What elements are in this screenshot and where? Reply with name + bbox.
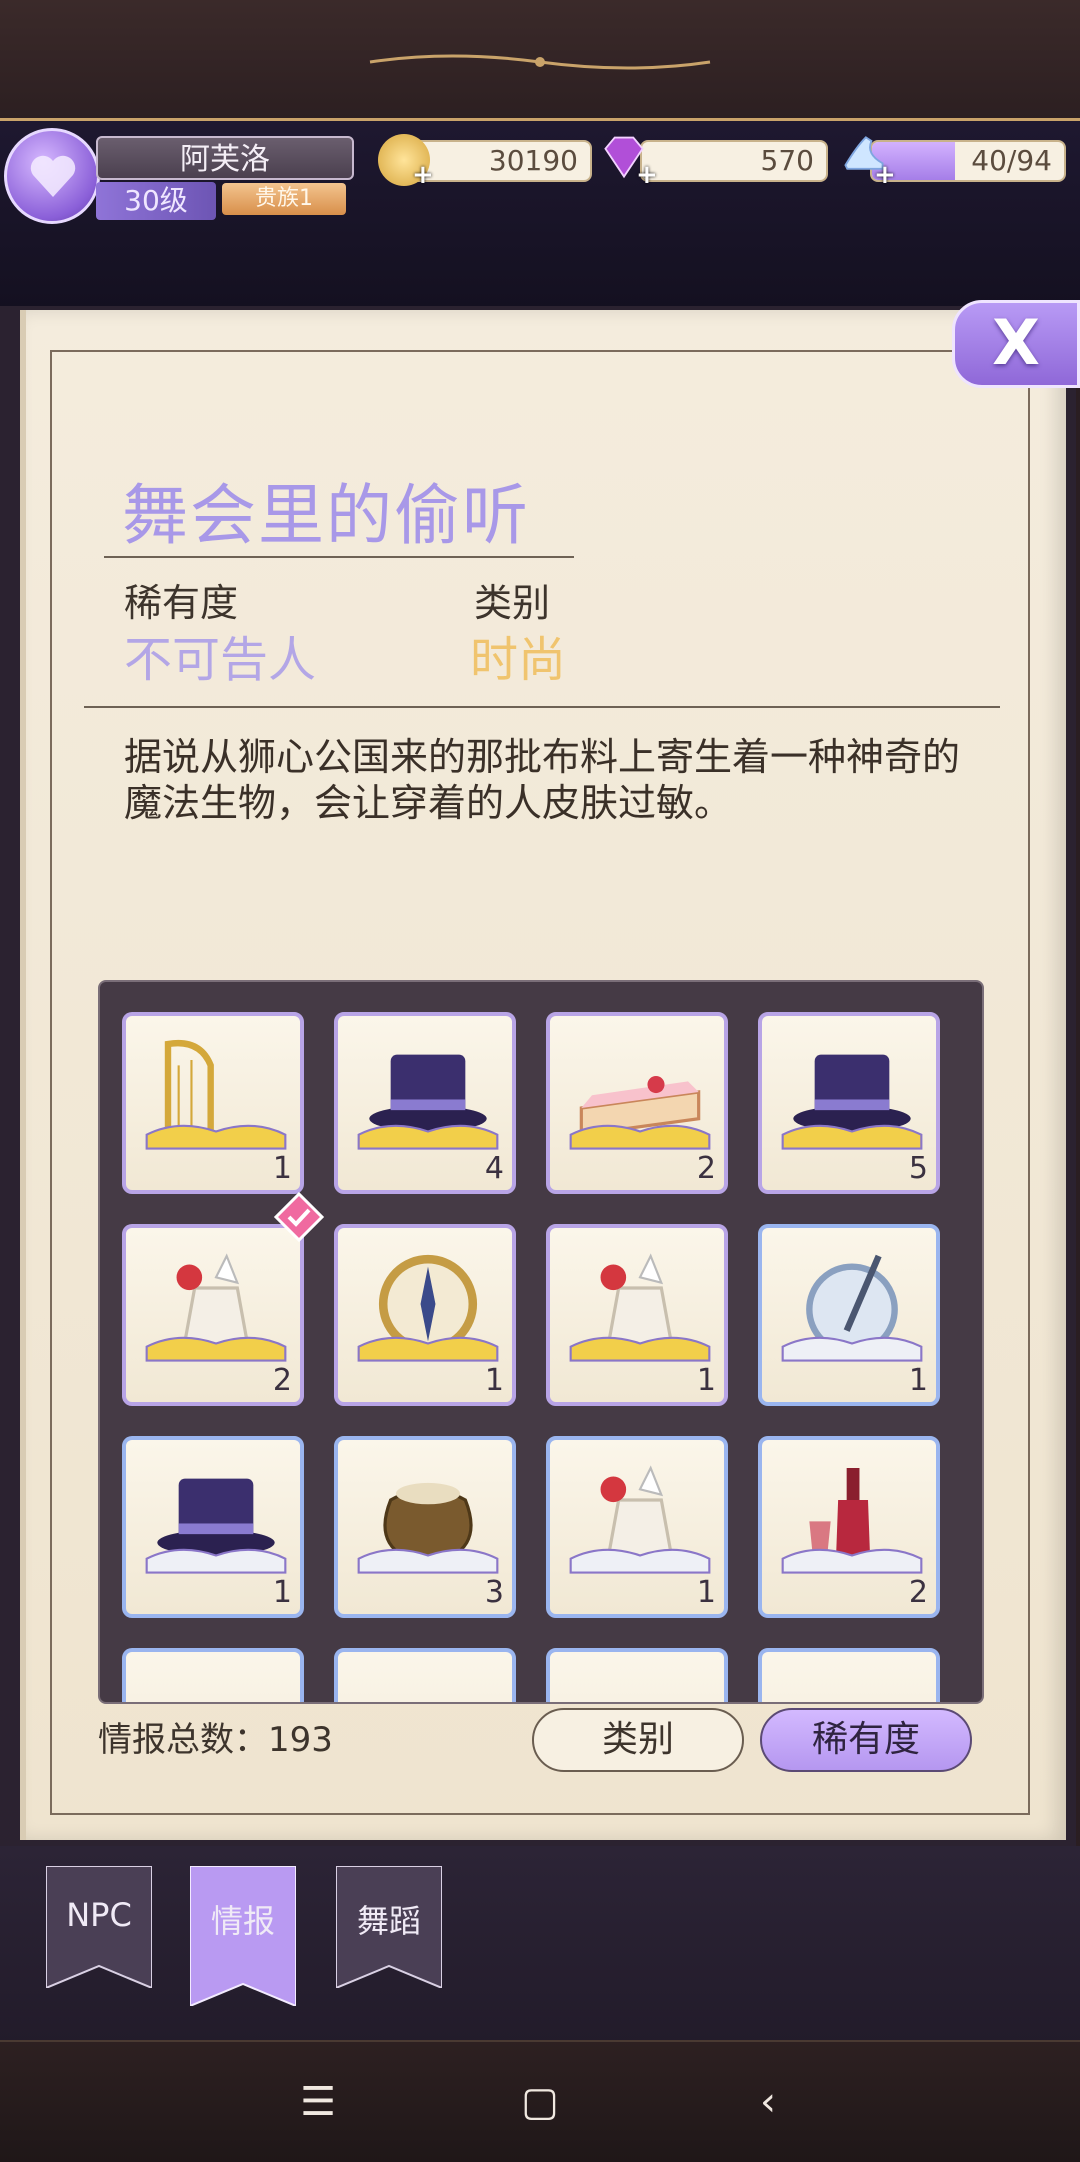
player-name: 阿芙洛 [96, 136, 354, 180]
section-divider [84, 706, 1000, 708]
item-card[interactable]: 1 [122, 1436, 304, 1618]
diamond-counter: 570 [640, 140, 828, 182]
menu-icon[interactable]: ☰ [288, 2074, 348, 2130]
stamina-value: 40/94 [971, 144, 1052, 177]
item-count: 3 [484, 1575, 504, 1610]
back-icon[interactable]: ‹ [738, 2074, 798, 2130]
item-card[interactable]: 4 [334, 1012, 516, 1194]
flower-vase-icon [569, 1465, 711, 1574]
item-card-partial[interactable] [122, 1648, 304, 1702]
category-label: 类别 [474, 581, 551, 625]
item-card[interactable]: 1 [122, 1012, 304, 1194]
item-count: 1 [272, 1151, 292, 1186]
item-card[interactable]: 5 [758, 1012, 940, 1194]
item-card[interactable]: 2 [122, 1224, 304, 1406]
close-button[interactable]: X [952, 300, 1080, 388]
home-icon[interactable]: ▢ [510, 2074, 570, 2130]
add-stamina-button[interactable]: + [874, 160, 896, 190]
heart-hands-icon [30, 155, 76, 197]
ornament-decoration [369, 54, 711, 70]
sort-rarity-button[interactable]: 稀有度 [760, 1708, 972, 1772]
tab-dance-label: 舞蹈 [356, 1902, 421, 1940]
gold-value: 30190 [488, 144, 578, 177]
cake-icon [569, 1076, 711, 1150]
wine-bottle-icon [781, 1468, 923, 1574]
item-count: 5 [908, 1151, 928, 1186]
item-card[interactable]: 3 [334, 1436, 516, 1618]
item-count: 4 [484, 1151, 504, 1186]
add-gold-button[interactable]: + [412, 160, 434, 190]
item-count: 2 [696, 1151, 716, 1186]
check-icon [274, 1192, 324, 1242]
tab-npc[interactable]: NPC [46, 1866, 152, 1988]
tab-intel[interactable]: 情报 [190, 1866, 296, 2006]
item-card[interactable]: 2 [758, 1436, 940, 1618]
item-card-partial[interactable] [334, 1648, 516, 1702]
rank-badge: 贵族1 [222, 183, 346, 215]
item-count: 2 [908, 1575, 928, 1610]
tab-npc-label: NPC [66, 1896, 132, 1934]
item-card[interactable]: 1 [546, 1436, 728, 1618]
add-diamond-button[interactable]: + [636, 160, 658, 190]
item-card-partial[interactable] [546, 1648, 728, 1702]
rarity-value: 不可告人 [124, 632, 317, 688]
compass-icon [357, 1254, 499, 1362]
player-level: 30级 [96, 182, 216, 220]
flower-vase-icon [145, 1253, 287, 1362]
top-hat-icon [781, 1054, 923, 1150]
harp-icon [145, 1039, 287, 1150]
category-value: 时尚 [470, 632, 567, 688]
card-title: 舞会里的偷听 [122, 477, 530, 554]
sack-icon [357, 1482, 499, 1574]
total-count: 情报总数：193 [98, 1720, 333, 1760]
top-hat-icon [145, 1478, 287, 1574]
title-underline [104, 556, 574, 558]
item-card[interactable]: 1 [758, 1224, 940, 1406]
item-card[interactable]: 1 [546, 1224, 728, 1406]
diamond-value: 570 [760, 144, 814, 177]
item-grid-panel[interactable]: 1 4 2 5 2 1 1 1 1 3 1 2 [98, 980, 984, 1704]
item-count: 2 [272, 1363, 292, 1398]
item-card-partial[interactable] [758, 1648, 940, 1702]
rarity-label: 稀有度 [124, 581, 239, 625]
flower-vase-icon [569, 1253, 711, 1362]
item-count: 1 [696, 1575, 716, 1610]
stamina-counter: 40/94 [870, 140, 1066, 182]
item-card[interactable]: 1 [334, 1224, 516, 1406]
sort-category-button[interactable]: 类别 [532, 1708, 744, 1772]
tab-dance[interactable]: 舞蹈 [336, 1866, 442, 1988]
shield-sword-icon [781, 1254, 923, 1362]
item-count: 1 [272, 1575, 292, 1610]
gold-counter: 30190 [410, 140, 592, 182]
top-hat-icon [357, 1054, 499, 1150]
card-description: 据说从狮心公国来的那批布料上寄生着一种神奇的魔法生物，会让穿着的人皮肤过敏。 [124, 735, 961, 825]
item-card[interactable]: 2 [546, 1012, 728, 1194]
item-count: 1 [696, 1363, 716, 1398]
item-count: 1 [484, 1363, 504, 1398]
tab-intel-label: 情报 [210, 1902, 275, 1940]
tab-bar [0, 1846, 1080, 2046]
player-avatar[interactable] [4, 128, 100, 224]
item-count: 1 [908, 1363, 928, 1398]
